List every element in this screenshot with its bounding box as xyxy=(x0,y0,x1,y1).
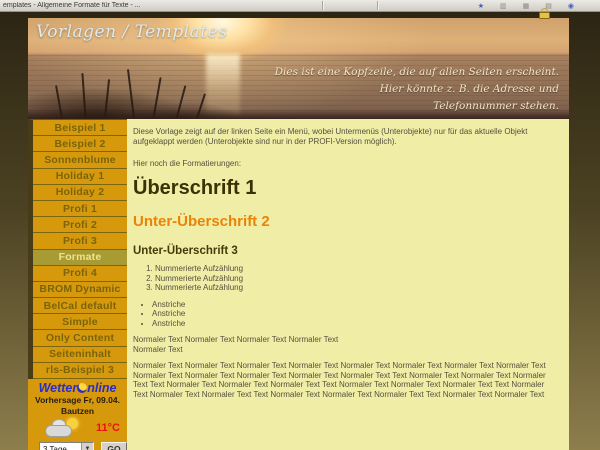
sidebar: Beispiel 1 Beispiel 2 Sonnenblume Holida… xyxy=(28,119,127,450)
heading-3: Unter-Überschrift 3 xyxy=(133,245,557,258)
numbered-item: Nummerierte Aufzählung xyxy=(155,283,557,293)
menu-item-profi-3[interactable]: Profi 3 xyxy=(33,233,127,249)
lock-icon xyxy=(539,8,551,19)
bookmark-icon[interactable]: ★ xyxy=(478,3,484,10)
menu-item-seiteninhalt[interactable]: Seiteninhalt xyxy=(33,347,127,363)
content-area: Diese Vorlage zeigt auf der linken Seite… xyxy=(127,119,569,450)
go-button[interactable]: GO xyxy=(101,442,127,450)
template-body: Beispiel 1 Beispiel 2 Sonnenblume Holida… xyxy=(28,119,569,450)
menu-item-formate[interactable]: Formate xyxy=(33,250,127,266)
menu-item-profi-2[interactable]: Profi 2 xyxy=(33,217,127,233)
header-tagline: Dies ist eine Kopfzeile, die auf allen S… xyxy=(275,64,559,114)
normal-text-paragraph: Normaler Text Normaler Text Normaler Tex… xyxy=(133,335,557,354)
temperature-value: 11°C xyxy=(96,422,120,434)
bullet-list: Anstriche Anstriche Anstriche xyxy=(133,300,557,329)
weather-forecast-date: Vorhersage Fr, 09.04. xyxy=(28,395,127,406)
bullet-item: Anstriche xyxy=(152,319,557,329)
browser-tab-bar: emplates - Allgemeine Formate für Texte … xyxy=(0,0,600,12)
menu-item-profi-4[interactable]: Profi 4 xyxy=(33,266,127,282)
numbered-item: Nummerierte Aufzählung xyxy=(155,274,557,284)
beach-grass-silhouette xyxy=(28,59,248,119)
lock-body xyxy=(539,12,550,19)
forecast-range-select[interactable]: 3 Tage ▼ xyxy=(39,442,94,450)
partly-cloudy-icon xyxy=(45,418,81,438)
heading-1: Überschrift 1 xyxy=(133,177,557,199)
bullet-item: Anstriche xyxy=(152,309,557,319)
normal-text-paragraph-long: Normaler Text Normaler Text Normaler Tex… xyxy=(133,361,557,399)
formats-lead: Hier noch die Formatierungen: xyxy=(133,159,557,169)
help-icon[interactable]: ◉ xyxy=(568,3,574,10)
tab-separator xyxy=(322,1,323,10)
tab-separator xyxy=(377,1,378,10)
weather-controls: 3 Tage ▼ GO xyxy=(28,442,127,450)
panels-icon[interactable]: ▥ xyxy=(500,3,507,10)
browser-tab-title[interactable]: emplates - Allgemeine Formate für Texte … xyxy=(0,2,141,9)
header-image: Vorlagen / Templates Dies ist eine Kopfz… xyxy=(28,18,569,119)
menu-item-sonnenblume[interactable]: Sonnenblume xyxy=(33,152,127,168)
menu-item-simple[interactable]: Simple xyxy=(33,314,127,330)
grid-icon[interactable]: ▦ xyxy=(523,3,530,10)
menu-item-rls-beispiel-3[interactable]: rls-Beispiel 3 xyxy=(33,363,127,379)
menu-item-beispiel-2[interactable]: Beispiel 2 xyxy=(33,136,127,152)
weather-city: Bautzen xyxy=(28,406,127,417)
intro-paragraph: Diese Vorlage zeigt auf der linken Seite… xyxy=(133,127,557,147)
site-title: Vorlagen / Templates xyxy=(36,22,227,42)
browser-toolbar-icons: ★ ▥ ▦ ▤ ◉ xyxy=(478,0,574,12)
page-background: Vorlagen / Templates Dies ist eine Kopfz… xyxy=(0,12,600,450)
numbered-list: Nummerierte Aufzählung Nummerierte Aufzä… xyxy=(133,264,557,293)
menu-item-beispiel-1[interactable]: Beispiel 1 xyxy=(33,120,127,136)
numbered-item: Nummerierte Aufzählung xyxy=(155,264,557,274)
menu-item-brom-dynamic[interactable]: BROM Dynamic xyxy=(33,282,127,298)
dropdown-arrow-icon[interactable]: ▼ xyxy=(81,443,93,450)
menu-item-belcal-default[interactable]: BelCal default xyxy=(33,298,127,314)
wetteronline-sun-o-icon xyxy=(77,383,87,393)
weather-condition-row: 11°C xyxy=(28,416,127,438)
wetteronline-logo[interactable]: Wetternline xyxy=(28,382,127,395)
menu-item-holiday-1[interactable]: Holiday 1 xyxy=(33,169,127,185)
bullet-item: Anstriche xyxy=(152,300,557,310)
weather-widget: Wetternline Vorhersage Fr, 09.04. Bautze… xyxy=(28,382,127,450)
sidebar-menu: Beispiel 1 Beispiel 2 Sonnenblume Holida… xyxy=(28,119,127,379)
menu-item-holiday-2[interactable]: Holiday 2 xyxy=(33,185,127,201)
site-template: Vorlagen / Templates Dies ist eine Kopfz… xyxy=(28,18,569,450)
menu-item-profi-1[interactable]: Profi 1 xyxy=(33,201,127,217)
heading-2: Unter-Überschrift 2 xyxy=(133,213,557,230)
menu-item-only-content[interactable]: Only Content xyxy=(33,330,127,346)
